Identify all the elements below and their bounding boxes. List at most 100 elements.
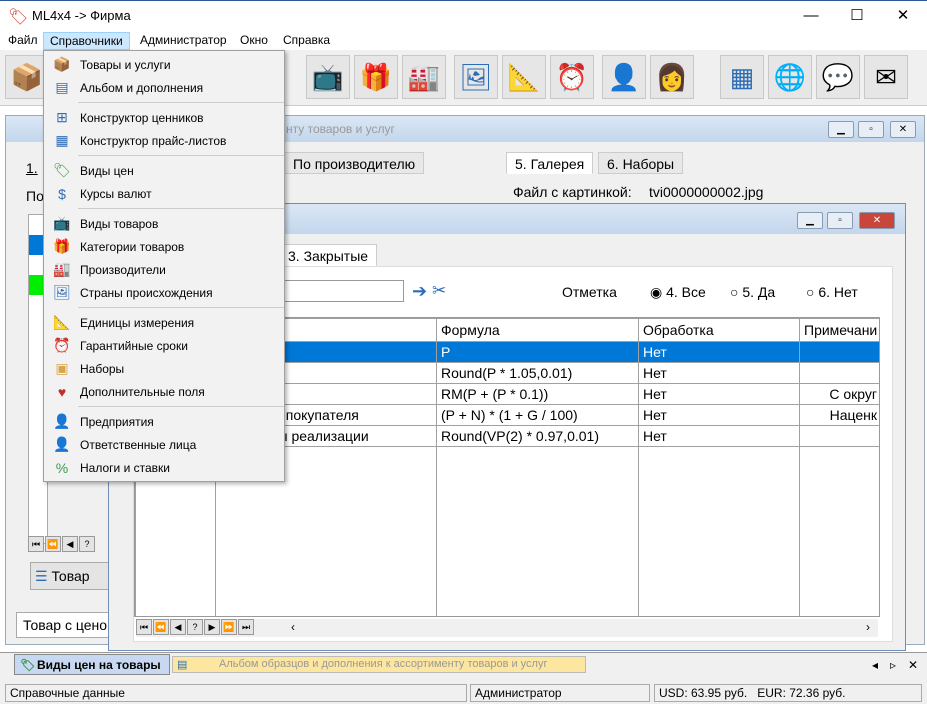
tab-manufacturer[interactable]: По производителю [284, 152, 425, 174]
menu-item[interactable]: ▣ Наборы [44, 357, 284, 380]
tab-prev-icon[interactable]: ◂ [872, 658, 878, 672]
close-button[interactable]: ✕ [890, 121, 916, 138]
menu-item[interactable]: 👤 Предприятия [44, 410, 284, 433]
menu-item[interactable]: 🏭 Производители [44, 258, 284, 281]
scroll-right-icon[interactable]: › [866, 620, 870, 634]
tab-next-icon[interactable]: ▹ [890, 658, 896, 672]
maximize-button[interactable]: ☐ [834, 1, 880, 31]
table-cell[interactable]: С округ [799, 383, 879, 405]
table-cell[interactable]: Наценк [799, 404, 879, 426]
menu-help[interactable]: Справка [277, 32, 336, 50]
nav-button[interactable]: ▶ [204, 619, 220, 635]
menu-item[interactable]: % Налоги и ставки [44, 456, 284, 479]
menu-references[interactable]: Справочники [43, 32, 130, 50]
ruler-icon[interactable]: 📐 [502, 55, 546, 99]
woman-icon[interactable]: 👩 [650, 55, 694, 99]
tab-price-types[interactable]: 🏷 Виды цен на товары [14, 654, 170, 675]
table-cell[interactable]: Нет [638, 425, 800, 447]
menu-file[interactable]: Файл [2, 32, 44, 50]
table-cell[interactable]: P [436, 341, 639, 363]
tab-label: Виды цен на товары [37, 658, 161, 672]
table-cell[interactable]: Round(P * 1.05,0.01) [436, 362, 639, 384]
nav-button[interactable]: ⏪ [153, 619, 169, 635]
menu-item[interactable]: ⊞ Конструктор ценников [44, 106, 284, 129]
minimize-button[interactable]: ▁ [828, 121, 854, 138]
menu-admin[interactable]: Администратор [134, 32, 233, 50]
table-cell[interactable] [799, 425, 879, 447]
tab-1[interactable]: 1. [26, 160, 38, 176]
table-cell[interactable]: RM(P + (P * 0.1)) [436, 383, 639, 405]
scissors-icon[interactable]: ✂ [432, 281, 446, 301]
nav-prev[interactable]: ◀ [62, 536, 78, 552]
menu-item[interactable]: 📺 Виды товаров [44, 212, 284, 235]
nav-button[interactable]: ⏩ [221, 619, 237, 635]
restore-button[interactable]: ▫ [827, 212, 853, 229]
scroll-left-icon[interactable]: ‹ [291, 620, 295, 634]
radio-no[interactable]: ○ 6. Нет [806, 284, 858, 300]
menu-item-label: Налоги и ставки [80, 460, 170, 475]
menu-item[interactable]: 👤 Ответственные лица [44, 433, 284, 456]
alarm-clock-icon[interactable]: ⏰ [550, 55, 594, 99]
menu-item[interactable]: ▦ Конструктор прайс-листов [44, 129, 284, 152]
envelope-icon[interactable]: ✉ [864, 55, 908, 99]
table-cell[interactable]: Round(VP(2) * 0.97,0.01) [436, 425, 639, 447]
picture-icon: 🖼 [53, 284, 71, 300]
menu-item[interactable]: 📐 Единицы измерения [44, 311, 284, 334]
close-button[interactable]: ✕ [880, 1, 926, 31]
factory-icon[interactable]: 🏭 [402, 55, 446, 99]
column-header[interactable]: Примечани [799, 318, 879, 342]
status-section: Справочные данные [5, 684, 467, 702]
minimize-button[interactable]: — [788, 1, 834, 31]
chip-icon[interactable]: ▦ [720, 55, 764, 99]
nav-first[interactable]: ⏮ [28, 536, 44, 552]
menu-item[interactable]: 📦 Товары и услуги [44, 53, 284, 76]
radio-yes[interactable]: ○ 5. Да [730, 284, 775, 300]
table-cell[interactable] [799, 362, 879, 384]
table-cell[interactable] [799, 341, 879, 363]
menu-item[interactable]: ♥ Дополнительные поля [44, 380, 284, 403]
table-cell[interactable]: Нет [638, 404, 800, 426]
menu-item[interactable]: 🎁 Категории товаров [44, 235, 284, 258]
close-button[interactable]: ✕ [859, 212, 895, 229]
tab-album[interactable]: ▤ Альбом образцов и дополнения к ассортим… [172, 656, 586, 673]
table-cell[interactable]: Нет [638, 383, 800, 405]
picture-icon[interactable]: 🖼 [454, 55, 498, 99]
table-cell[interactable]: Нет [638, 341, 800, 363]
column-header[interactable]: Формула [436, 318, 639, 342]
nav-button[interactable]: ◀ [170, 619, 186, 635]
menu-item[interactable]: $ Курсы валют [44, 182, 284, 205]
man-icon[interactable]: 👤 [602, 55, 646, 99]
menu-window[interactable]: Окно [234, 32, 274, 50]
gift-icon[interactable]: 🎁 [354, 55, 398, 99]
nav-help[interactable]: ? [79, 536, 95, 552]
minimize-button[interactable]: ▁ [797, 212, 823, 229]
table-cell[interactable]: Нет [638, 362, 800, 384]
arrow-right-icon[interactable]: ➔ [412, 281, 427, 302]
goods-button[interactable]: ☰ Товар [30, 562, 110, 590]
tv-icon: 📺 [53, 215, 71, 231]
column-header[interactable]: Обработка [638, 318, 800, 342]
references-dropdown: 📦 Товары и услуги ▤ Альбом и дополнения ⊞ Кон… [43, 50, 285, 482]
nav-button[interactable]: ? [187, 619, 203, 635]
goods-field[interactable]: Товар с цено [16, 612, 112, 638]
menu-item[interactable]: 🖼 Страны происхождения [44, 281, 284, 304]
radio-all[interactable]: ◉ 4. Все [650, 284, 706, 301]
nav-button[interactable]: ⏮ [136, 619, 152, 635]
chat-icon[interactable]: 💬 [816, 55, 860, 99]
menu-item[interactable]: ⏰ Гарантийные сроки [44, 334, 284, 357]
table-cell[interactable]: (P + N) * (1 + G / 100) [436, 404, 639, 426]
menu-item[interactable]: 🏷 Виды цен [44, 159, 284, 182]
price-tag-icon: 🏷 [8, 9, 29, 26]
tab-closed[interactable]: 3. Закрытые [279, 244, 378, 266]
nav-prev-page[interactable]: ⏪ [45, 536, 61, 552]
box-icon: 📦 [53, 56, 71, 72]
nav-button[interactable]: ⏭ [238, 619, 254, 635]
menu-item-label: Ответственные лица [80, 437, 197, 452]
tab-gallery[interactable]: 5. Галерея [506, 152, 594, 174]
tab-close-icon[interactable]: ✕ [908, 658, 918, 672]
menu-item[interactable]: ▤ Альбом и дополнения [44, 76, 284, 99]
globe-icon[interactable]: 🌐 [768, 55, 812, 99]
tv-icon[interactable]: 📺 [306, 55, 350, 99]
restore-button[interactable]: ▫ [858, 121, 884, 138]
tab-sets[interactable]: 6. Наборы [598, 152, 684, 174]
